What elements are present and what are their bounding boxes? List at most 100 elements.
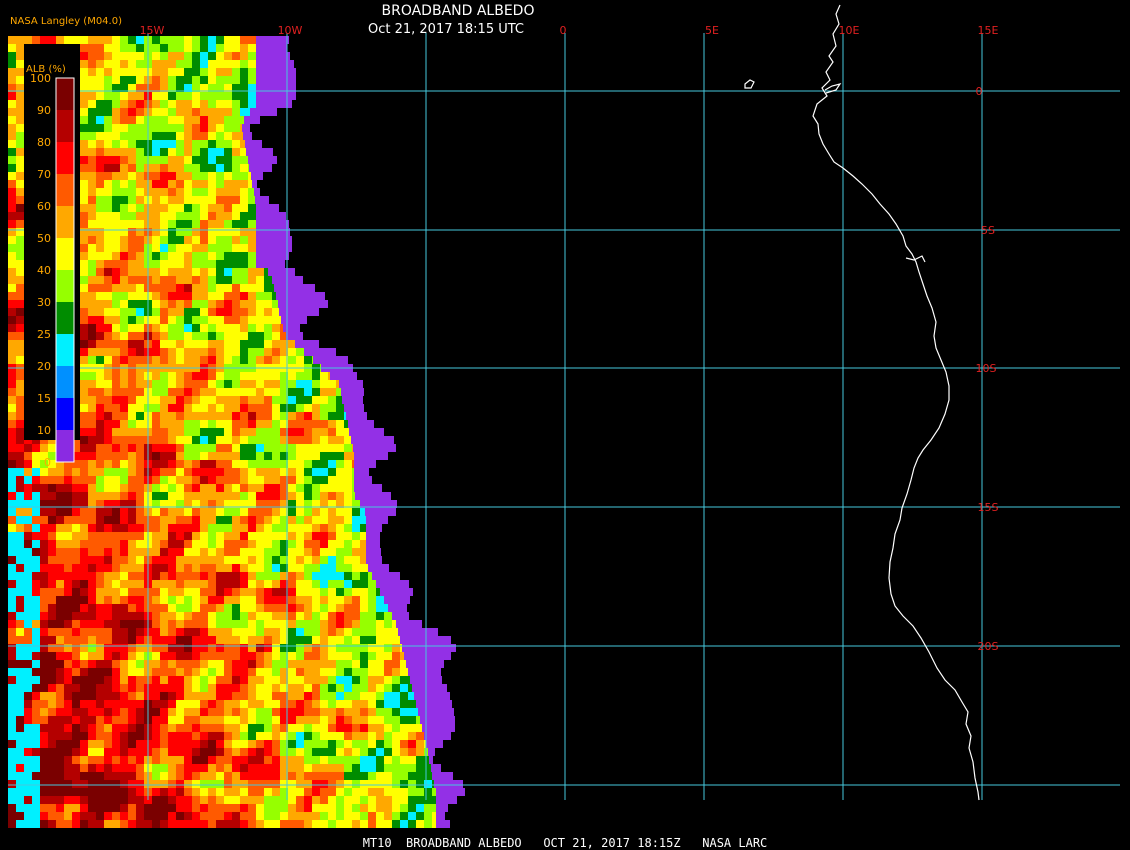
albedo-cell: [168, 524, 176, 532]
albedo-cell: [120, 436, 128, 444]
albedo-cell: [128, 804, 136, 812]
albedo-cell: [216, 716, 224, 724]
albedo-cell: [168, 628, 176, 636]
albedo-cell: [208, 220, 216, 228]
albedo-cell: [16, 396, 24, 404]
albedo-cell: [72, 764, 80, 772]
albedo-cell: [400, 756, 408, 764]
albedo-cell: [64, 644, 72, 652]
albedo-cell: [16, 444, 24, 452]
albedo-cell: [160, 60, 168, 68]
albedo-cell: [328, 764, 336, 772]
albedo-cell: [320, 612, 328, 620]
albedo-cell: [248, 68, 256, 76]
albedo-cell: [136, 196, 144, 204]
albedo-cell: [312, 788, 320, 796]
albedo-cell: [184, 444, 192, 452]
albedo-cell: [312, 444, 320, 452]
albedo-cell: [200, 180, 208, 188]
albedo-cell: [184, 628, 192, 636]
albedo-cell: [264, 716, 272, 724]
albedo-cell: [328, 476, 336, 484]
albedo-cell: [296, 524, 304, 532]
albedo-cell: [8, 764, 16, 772]
albedo-cell: [384, 812, 392, 820]
albedo-cell: [176, 756, 184, 764]
albedo-cell: [200, 812, 208, 820]
albedo-cell: [216, 444, 224, 452]
no-data-cell: [256, 220, 289, 228]
albedo-cell: [184, 764, 192, 772]
albedo-cell: [136, 140, 144, 148]
albedo-cell: [96, 636, 104, 644]
albedo-cell: [264, 412, 272, 420]
legend-swatch: [56, 142, 74, 174]
no-data-cell: [341, 388, 364, 396]
albedo-cell: [128, 268, 136, 276]
albedo-cell: [216, 796, 224, 804]
albedo-cell: [344, 588, 352, 596]
albedo-cell: [152, 412, 160, 420]
albedo-cell: [104, 236, 112, 244]
albedo-cell: [216, 812, 224, 820]
albedo-cell: [328, 740, 336, 748]
albedo-cell: [240, 412, 248, 420]
albedo-cell: [112, 532, 120, 540]
albedo-cell: [416, 764, 424, 772]
albedo-cell: [72, 812, 80, 820]
albedo-cell: [296, 548, 304, 556]
albedo-cell: [128, 308, 136, 316]
albedo-cell: [296, 460, 304, 468]
albedo-cell: [408, 780, 416, 788]
albedo-cell: [248, 444, 256, 452]
albedo-cell: [232, 188, 240, 196]
albedo-cell: [240, 44, 248, 52]
albedo-cell: [344, 596, 352, 604]
albedo-cell: [176, 100, 184, 108]
albedo-cell: [56, 524, 64, 532]
albedo-cell: [16, 132, 24, 140]
albedo-cell: [160, 796, 168, 804]
albedo-cell: [392, 812, 400, 820]
albedo-cell: [72, 652, 80, 660]
albedo-cell: [48, 540, 56, 548]
albedo-cell: [248, 604, 256, 612]
albedo-cell: [104, 420, 112, 428]
albedo-cell: [16, 548, 24, 556]
albedo-cell: [104, 684, 112, 692]
lon-label-10e: 10E: [839, 24, 860, 37]
albedo-cell: [144, 820, 152, 828]
albedo-cell: [368, 796, 376, 804]
albedo-cell: [48, 636, 56, 644]
albedo-cell: [112, 212, 120, 220]
albedo-cell: [184, 780, 192, 788]
albedo-cell: [96, 420, 104, 428]
albedo-cell: [88, 524, 96, 532]
albedo-cell: [168, 588, 176, 596]
albedo-cell: [112, 460, 120, 468]
albedo-cell: [96, 212, 104, 220]
albedo-cell: [8, 412, 16, 420]
albedo-cell: [272, 348, 280, 356]
albedo-cell: [344, 820, 352, 828]
albedo-cell: [240, 300, 248, 308]
albedo-cell: [184, 428, 192, 436]
albedo-cell: [408, 772, 416, 780]
albedo-cell: [176, 228, 184, 236]
albedo-cell: [232, 44, 240, 52]
albedo-cell: [232, 492, 240, 500]
albedo-cell: [216, 820, 224, 828]
albedo-cell: [128, 204, 136, 212]
albedo-cell: [88, 252, 96, 260]
albedo-cell: [128, 260, 136, 268]
albedo-cell: [184, 716, 192, 724]
albedo-cell: [160, 612, 168, 620]
no-data-cell: [422, 724, 455, 732]
albedo-cell: [48, 764, 56, 772]
albedo-cell: [8, 788, 16, 796]
albedo-cell: [360, 668, 368, 676]
albedo-cell: [400, 740, 408, 748]
albedo-cell: [64, 780, 72, 788]
albedo-cell: [208, 532, 216, 540]
albedo-cell: [120, 252, 128, 260]
